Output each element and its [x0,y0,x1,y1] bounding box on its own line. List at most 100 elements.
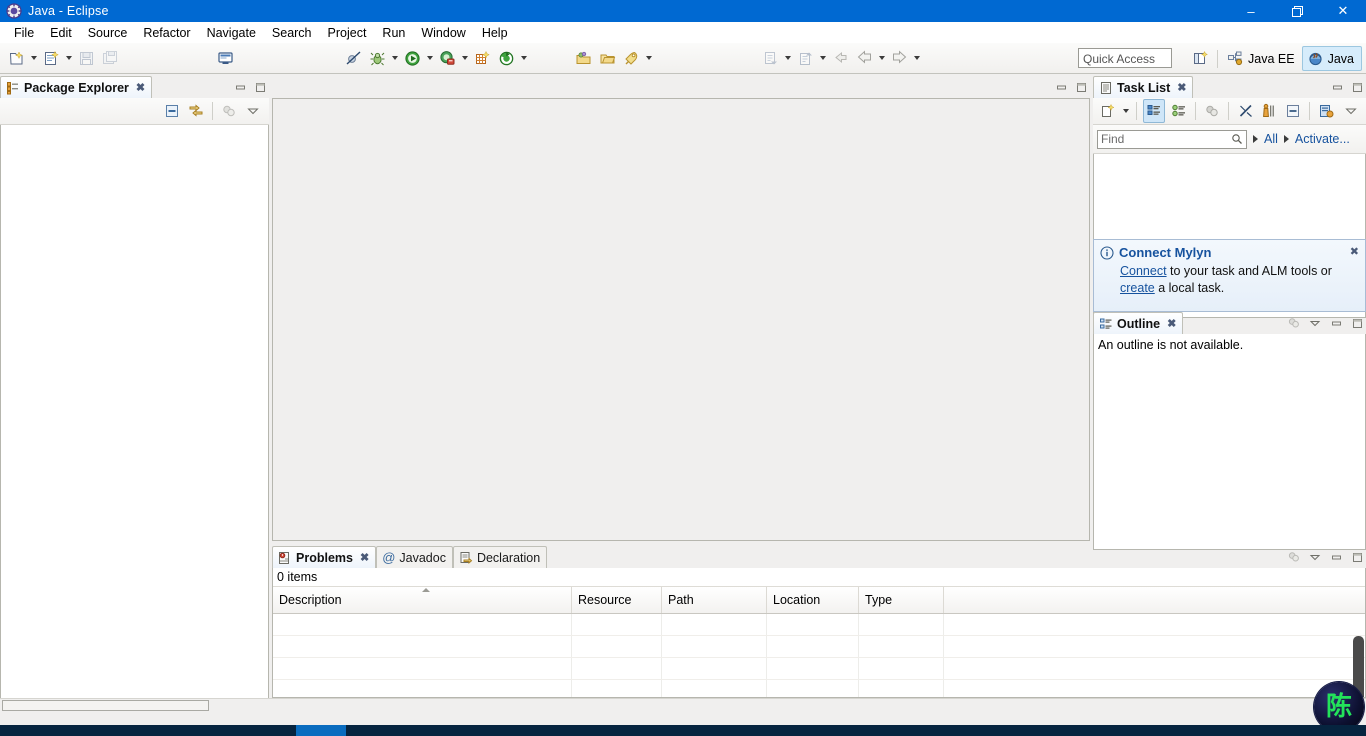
menu-edit[interactable]: Edit [42,24,80,42]
menu-window[interactable]: Window [413,24,473,42]
close-icon[interactable]: ✖ [136,81,145,94]
run-dropdown[interactable] [424,47,435,69]
new-java-project-button[interactable] [471,47,493,69]
triangle-right-icon[interactable] [1253,135,1258,143]
perspective-java[interactable]: Java [1301,46,1362,71]
maximize-icon[interactable] [1348,314,1366,332]
maximize-icon[interactable] [1072,78,1090,96]
close-button[interactable]: ✕ [1320,0,1366,22]
tab-task-list[interactable]: Task List ✖ [1093,76,1194,98]
open-task-button[interactable] [596,47,618,69]
open-repository-task-icon[interactable] [1316,100,1337,122]
quick-access-input[interactable]: Quick Access [1078,48,1172,68]
collapse-all-icon[interactable] [1282,100,1303,122]
menu-file[interactable]: File [6,24,42,42]
scheduled-icon[interactable] [1168,100,1189,122]
skip-breakpoints-button[interactable] [342,47,364,69]
menu-project[interactable]: Project [320,24,375,42]
minimize-button[interactable]: – [1228,0,1274,22]
new-wizard-button[interactable] [5,47,27,69]
save-all-button[interactable] [99,47,121,69]
forward-button[interactable] [888,47,910,69]
maximize-icon[interactable] [1348,78,1366,96]
focus-icon[interactable] [1285,548,1303,566]
problems-table-body[interactable] [273,614,1365,697]
synchronize-icon[interactable] [1235,100,1256,122]
restore-button[interactable] [1274,0,1320,22]
external-tools-button[interactable] [495,47,517,69]
debug-button[interactable] [366,47,388,69]
focus-icon[interactable] [1202,100,1223,122]
outline-content[interactable]: An outline is not available. [1093,334,1366,550]
previous-annotation-dropdown[interactable] [817,47,828,69]
menu-search[interactable]: Search [264,24,320,42]
column-header-path[interactable]: Path [662,587,767,613]
tab-problems[interactable]: Problems ✖ [272,546,377,568]
tab-outline[interactable]: Outline ✖ [1093,312,1184,334]
mylyn-create-link[interactable]: create [1120,281,1155,295]
open-type-button[interactable] [572,47,594,69]
new-java-class-dropdown[interactable] [63,47,74,69]
mylyn-connect-link[interactable]: Connect [1120,264,1167,278]
table-row[interactable] [273,680,1365,697]
focus-icon[interactable] [218,100,240,122]
menu-navigate[interactable]: Navigate [199,24,264,42]
quick-fix-button[interactable] [620,47,642,69]
quick-fix-dropdown[interactable] [643,47,654,69]
menu-help[interactable]: Help [474,24,516,42]
tab-package-explorer[interactable]: Package Explorer ✖ [0,76,153,98]
categorized-icon[interactable] [1142,99,1166,123]
back-dropdown[interactable] [876,47,887,69]
column-header-location[interactable]: Location [767,587,859,613]
tab-declaration[interactable]: Declaration [452,546,548,568]
horizontal-scrollbar[interactable] [2,700,209,711]
minimize-icon[interactable] [1052,78,1070,96]
maximize-icon[interactable] [1348,548,1366,566]
view-menu-icon[interactable] [1306,548,1324,566]
minimize-icon[interactable] [1327,548,1345,566]
close-icon[interactable]: ✖ [360,551,369,564]
os-taskbar-active-item[interactable] [296,725,346,736]
maximize-icon[interactable] [251,78,269,96]
debug-dropdown[interactable] [389,47,400,69]
new-java-class-button[interactable] [40,47,62,69]
open-perspective-icon[interactable] [1188,48,1212,70]
filter-activate[interactable]: Activate... [1295,132,1350,146]
new-task-icon[interactable] [1098,100,1119,122]
table-row[interactable] [273,658,1365,680]
triangle-right-icon[interactable] [1283,135,1289,143]
coverage-button[interactable] [436,47,458,69]
close-icon[interactable]: ✖ [1350,245,1359,258]
perspective-java-ee[interactable]: Java EE [1223,47,1302,70]
column-header-resource[interactable]: Resource [572,587,662,613]
table-row[interactable] [273,614,1365,636]
collapse-all-icon[interactable] [161,100,183,122]
close-icon[interactable]: ✖ [1167,317,1176,330]
filter-all[interactable]: All [1264,132,1278,146]
run-button[interactable] [401,47,423,69]
minimize-icon[interactable] [231,78,249,96]
new-wizard-dropdown[interactable] [28,47,39,69]
previous-annotation-button[interactable] [794,47,816,69]
link-editor-icon[interactable] [185,100,207,122]
save-button[interactable] [75,47,97,69]
view-menu-icon[interactable] [242,100,264,122]
column-header-description[interactable]: Description [273,587,572,613]
new-task-dropdown[interactable] [1121,100,1131,122]
last-edit-location-button[interactable] [829,47,851,69]
back-button[interactable] [853,47,875,69]
menu-run[interactable]: Run [374,24,413,42]
minimize-icon[interactable] [1328,78,1346,96]
menu-refactor[interactable]: Refactor [135,24,198,42]
minimize-icon[interactable] [1327,314,1345,332]
next-annotation-button[interactable] [759,47,781,69]
editor-empty-canvas[interactable] [272,98,1090,541]
menu-source[interactable]: Source [80,24,136,42]
tab-javadoc[interactable]: @ Javadoc [376,546,453,568]
external-tools-dropdown[interactable] [518,47,529,69]
next-annotation-dropdown[interactable] [782,47,793,69]
view-menu-icon[interactable] [1306,314,1324,332]
forward-dropdown[interactable] [911,47,922,69]
coverage-dropdown[interactable] [459,47,470,69]
close-icon[interactable]: ✖ [1177,81,1186,94]
